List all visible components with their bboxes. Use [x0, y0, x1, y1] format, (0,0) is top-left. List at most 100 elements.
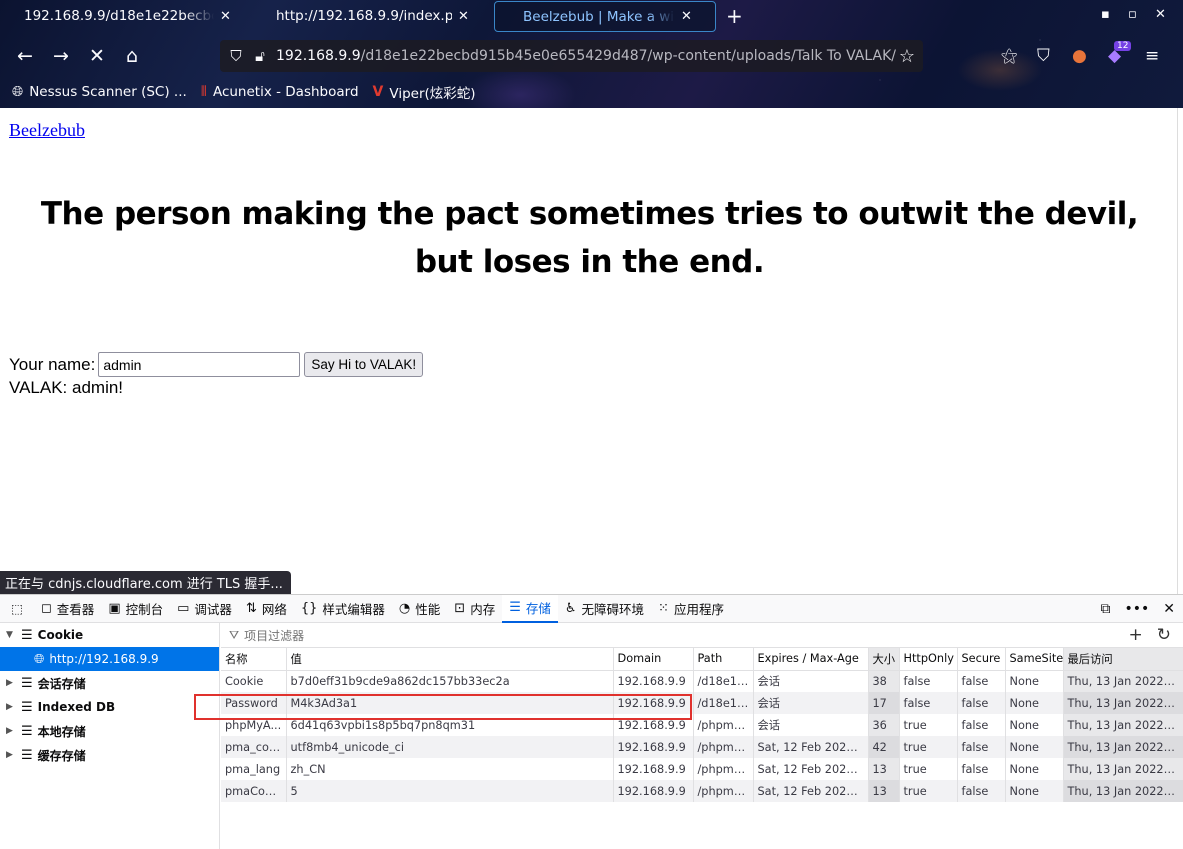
tab-application[interactable]: ⁙ 应用程序: [651, 595, 731, 623]
debugger-icon: ▭: [177, 601, 190, 616]
maximize-icon[interactable]: ▫: [1128, 7, 1137, 22]
tab-2[interactable]: http://192.168.9.9/index.php ✕: [262, 2, 490, 30]
tab-memory[interactable]: ⊡ 内存: [447, 595, 502, 623]
say-hi-button[interactable]: Say Hi to VALAK!: [304, 352, 424, 377]
tree-cookie[interactable]: ▼ ☰ Cookie: [0, 623, 219, 647]
tree-local-storage[interactable]: ▶ ☰ 本地存储: [0, 719, 219, 743]
bookmark-label: Nessus Scanner (SC) ...: [29, 84, 187, 100]
devtools-close-icon[interactable]: ✕: [1163, 601, 1175, 617]
extension-fox-icon[interactable]: ●: [1072, 46, 1087, 66]
close-icon[interactable]: ✕: [220, 9, 231, 24]
table-cell: 192.168.9.9: [613, 670, 694, 692]
forward-icon[interactable]: →: [49, 45, 73, 67]
table-row[interactable]: phpMyA... 6d41q63vpbi1s8p5bq7pn8qm31 192.1…: [221, 714, 1183, 736]
table-cell: pmaCoo...: [221, 780, 287, 802]
column-header[interactable]: Path: [693, 648, 754, 671]
devtools-controls: ⧉ ••• ✕: [1100, 595, 1175, 623]
table-cell: 192.168.9.9: [613, 692, 694, 714]
back-icon[interactable]: ←: [13, 45, 37, 67]
reading-list-icon[interactable]: ⚝: [1001, 46, 1018, 66]
table-cell: 192.168.9.9: [613, 736, 694, 758]
table-cell: Thu, 13 Jan 2022 0...: [1063, 714, 1183, 736]
tab-console[interactable]: ▣ 控制台: [101, 595, 170, 623]
table-cell: /phpmy...: [693, 736, 754, 758]
close-icon[interactable]: ✕: [681, 9, 692, 24]
table-cell: Sat, 12 Feb 2022 0...: [753, 758, 869, 780]
table-row[interactable]: pma_lang zh_CN 192.168.9.9/phpmy... Sat, 12…: [221, 758, 1183, 780]
column-header[interactable]: Expires / Max-Age: [753, 648, 869, 671]
close-icon[interactable]: ✕: [458, 9, 469, 24]
url-bar[interactable]: ⛉ 🔓︎ 192.168.9.9/d18e1e22becbd915b45e0e6…: [220, 40, 923, 72]
tree-session-storage[interactable]: ▶ ☰ 会话存储: [0, 671, 219, 695]
tab-inspector[interactable]: ◻ 查看器: [34, 595, 101, 623]
expanded-arrow-icon[interactable]: ▼: [6, 630, 18, 640]
tab-1[interactable]: 192.168.9.9/d18e1e22becbd915b45e0e655429…: [24, 2, 252, 30]
table-cell: false: [957, 780, 1006, 802]
insecure-lock-icon[interactable]: 🔓︎: [250, 47, 270, 65]
filter-bar[interactable]: ⛛ 项目过滤器 + ↻: [221, 623, 1183, 648]
stop-icon[interactable]: ✕: [85, 45, 109, 67]
table-row[interactable]: Password M4k3Ad3a1 192.168.9.9/d18e1e... 会话…: [221, 692, 1183, 714]
table-cell: 会话: [753, 670, 869, 692]
table-row[interactable]: Cookie b7d0eff31b9cde9a862dc157bb33ec2a 19…: [221, 670, 1183, 692]
table-cell: utf8mb4_unicode_ci: [286, 736, 614, 758]
table-cell: None: [1005, 692, 1064, 714]
window-close-icon[interactable]: ✕: [1155, 7, 1166, 22]
column-header[interactable]: SameSite: [1005, 648, 1064, 671]
column-header[interactable]: Secure: [957, 648, 1006, 671]
home-icon[interactable]: ⌂: [120, 45, 144, 67]
name-input[interactable]: [98, 352, 301, 377]
add-item-icon[interactable]: +: [1129, 625, 1143, 645]
tree-indexed-db[interactable]: ▶ ☰ Indexed DB: [0, 695, 219, 719]
column-header[interactable]: 值: [286, 648, 614, 671]
table-cell: true: [899, 758, 958, 780]
accessibility-icon: ♿︎: [564, 601, 577, 616]
column-header[interactable]: 名称: [221, 648, 287, 671]
collapsed-arrow-icon[interactable]: ▶: [6, 750, 18, 760]
tab-performance[interactable]: ◔ 性能: [392, 595, 447, 623]
element-picker-icon[interactable]: ⬚: [0, 595, 34, 623]
tree-cookie-host[interactable]: 🌐︎ http://192.168.9.9: [0, 647, 219, 671]
new-tab-button[interactable]: +: [726, 4, 743, 28]
performance-icon: ◔: [398, 601, 411, 616]
table-cell: 38: [868, 670, 900, 692]
tree-cache-storage[interactable]: ▶ ☰ 缓存存储: [0, 743, 219, 767]
column-header[interactable]: 最后访问: [1063, 648, 1183, 671]
storage-icon: ☰: [21, 747, 33, 763]
more-options-icon[interactable]: •••: [1124, 601, 1149, 617]
bookmark-nessus[interactable]: 🌐︎ Nessus Scanner (SC) ...: [12, 84, 187, 100]
tab-debugger[interactable]: ▭ 调试器: [170, 595, 239, 623]
collapsed-arrow-icon[interactable]: ▶: [6, 702, 18, 712]
shield-icon[interactable]: ⛉: [226, 47, 246, 65]
tab-3-active[interactable]: Beelzebub | Make a wish to VALAK ✕: [494, 1, 716, 32]
bookmark-viper[interactable]: V Viper(炫彩蛇): [373, 82, 476, 102]
minimize-icon[interactable]: ▪: [1101, 7, 1110, 22]
table-cell: 13: [868, 758, 900, 780]
column-header[interactable]: HttpOnly: [899, 648, 958, 671]
site-link[interactable]: Beelzebub: [9, 120, 85, 141]
collapsed-arrow-icon[interactable]: ▶: [6, 726, 18, 736]
column-header[interactable]: 大小: [868, 648, 900, 671]
tab-storage[interactable]: ☰ 存储: [502, 594, 558, 623]
url-path: /d18e1e22becbd915b45e0e655429d487/wp-con…: [360, 48, 896, 64]
pocket-icon[interactable]: ⛉: [1037, 46, 1050, 66]
column-header[interactable]: Domain: [613, 648, 694, 671]
table-row[interactable]: pmaCoo... 5 192.168.9.9/phpmy... Sat, 12 Fe…: [221, 780, 1183, 802]
table-cell: true: [899, 736, 958, 758]
tab-network[interactable]: ⇅ 网络: [239, 595, 294, 623]
page-scrollbar[interactable]: [1177, 108, 1183, 594]
greeting-text: VALAK: admin!: [9, 378, 124, 397]
name-label: Your name:: [9, 354, 96, 374]
storage-icon: ☰: [509, 600, 521, 615]
collapsed-arrow-icon[interactable]: ▶: [6, 678, 18, 688]
tab-accessibility[interactable]: ♿︎ 无障碍环境: [558, 595, 651, 623]
bookmark-acunetix[interactable]: ⦀ Acunetix - Dashboard: [201, 84, 359, 100]
bookmark-star-icon[interactable]: ☆: [897, 46, 917, 67]
acunetix-icon: ⦀: [200, 84, 207, 100]
tab-style-editor[interactable]: {} 样式编辑器: [294, 595, 392, 623]
devtools-panel: ⬚ ◻ 查看器 ▣ 控制台 ▭ 调试器 ⇅ 网络 {} 样式编辑器 ◔ 性能 ⊡ 内存 ☰ 存储…: [0, 594, 1183, 849]
menu-icon[interactable]: ≡: [1145, 46, 1159, 66]
table-row[interactable]: pma_coll... utf8mb4_unicode_ci 192.168.9.9…: [221, 736, 1183, 758]
refresh-icon[interactable]: ↻: [1157, 625, 1171, 645]
dock-icon[interactable]: ⧉: [1100, 601, 1110, 617]
